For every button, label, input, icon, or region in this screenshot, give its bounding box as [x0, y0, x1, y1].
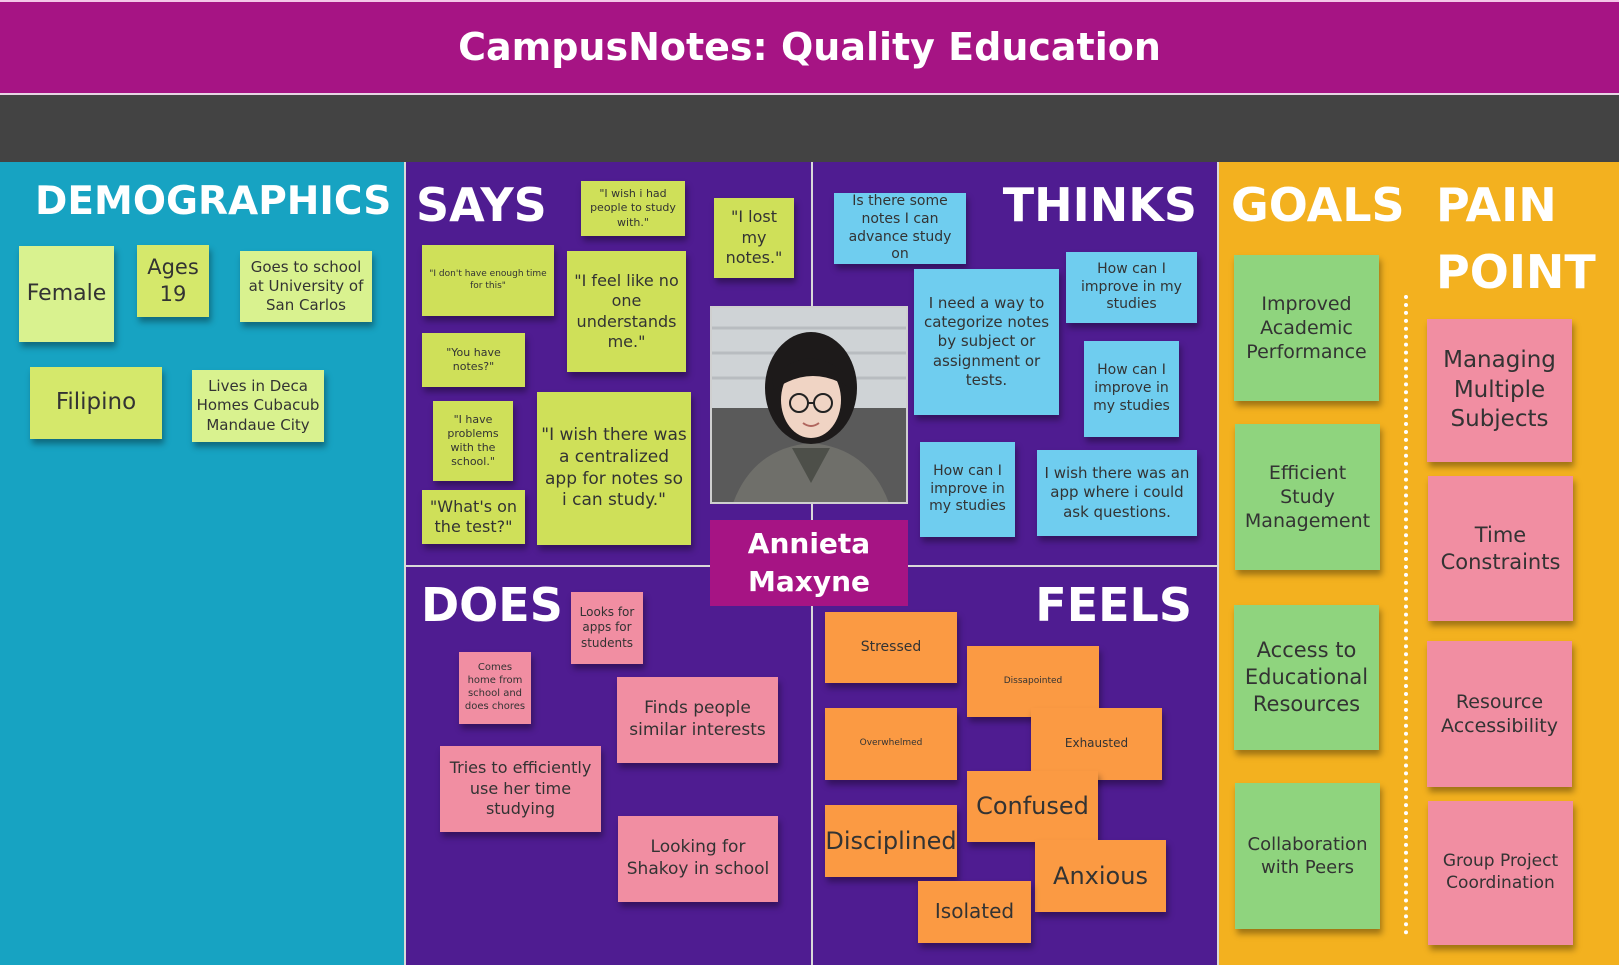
sticky-note[interactable]: Resource Accessibility — [1427, 641, 1572, 787]
sticky-note[interactable]: Disciplined — [825, 805, 957, 877]
persona-first-name: Annieta — [747, 527, 871, 561]
header-bar: CampusNotes: Quality Education — [0, 0, 1619, 95]
sticky-note[interactable]: "I wish there was a centralized app for … — [537, 392, 691, 545]
sticky-note[interactable]: Exhausted — [1031, 708, 1162, 780]
pain-point-heading-line1: PAIN — [1436, 178, 1557, 232]
dotted-divider — [1404, 295, 1408, 935]
sticky-note[interactable]: Confused — [967, 771, 1098, 842]
persona-photo — [710, 306, 908, 504]
sticky-note[interactable]: Time Constraints — [1428, 476, 1573, 621]
persona-last-name: Maxyne — [748, 565, 870, 598]
sticky-note[interactable]: Comes home from school and does chores — [459, 652, 531, 724]
sticky-note[interactable]: Ages 19 — [137, 245, 209, 317]
sticky-note[interactable]: How can I improve in my studies — [1084, 341, 1179, 437]
sticky-note[interactable]: "I have problems with the school." — [433, 401, 513, 481]
does-heading: DOES — [421, 578, 563, 632]
sticky-note[interactable]: Filipino — [30, 367, 162, 439]
sticky-note[interactable]: Is there some notes I can advance study … — [834, 193, 966, 264]
sticky-note[interactable]: Overwhelmed — [825, 708, 957, 780]
persona-name-card: Annieta Maxyne — [710, 520, 908, 606]
sticky-note[interactable]: Looking for Shakoy in school — [618, 816, 778, 902]
pain-point-heading: PAIN POINT — [1436, 172, 1596, 305]
sticky-note[interactable]: Finds people similar interests — [617, 677, 778, 763]
sticky-note[interactable]: How can I improve in my studies — [920, 442, 1015, 537]
sticky-note[interactable]: Goes to school at University of San Carl… — [240, 251, 372, 322]
sticky-note[interactable]: I need a way to categorize notes by subj… — [914, 269, 1059, 415]
toolbar-strip — [0, 95, 1619, 162]
sticky-note[interactable]: Stressed — [825, 612, 957, 683]
sticky-note[interactable]: How can I improve in my studies — [1066, 252, 1197, 323]
sticky-note[interactable]: Looks for apps for students — [571, 592, 643, 664]
sticky-note[interactable]: Female — [19, 246, 114, 342]
page-title: CampusNotes: Quality Education — [458, 25, 1161, 69]
sticky-note[interactable]: Improved Academic Performance — [1234, 255, 1379, 401]
says-heading: SAYS — [416, 178, 547, 232]
sticky-note[interactable]: Efficient Study Management — [1235, 424, 1380, 570]
sticky-note[interactable]: Access to Educational Resources — [1234, 605, 1379, 750]
goals-heading: GOALS — [1231, 178, 1405, 232]
sticky-note[interactable]: Group Project Coordination — [1428, 801, 1573, 945]
sticky-note[interactable]: Isolated — [918, 881, 1031, 943]
sticky-note[interactable]: "I don't have enough time for this" — [422, 245, 554, 316]
sticky-note[interactable]: Anxious — [1035, 840, 1166, 912]
thinks-heading: THINKS — [1002, 178, 1197, 232]
sticky-note[interactable]: I wish there was an app where i could as… — [1037, 450, 1197, 536]
persona-avatar-icon — [712, 308, 906, 502]
sticky-note[interactable]: Dissapointed — [967, 646, 1099, 717]
sticky-note[interactable]: Tries to efficiently use her time studyi… — [440, 746, 601, 832]
sticky-note[interactable]: "I feel like no one understands me." — [567, 251, 686, 372]
sticky-note[interactable]: "I lost my notes." — [714, 198, 794, 278]
sticky-note[interactable]: Collaboration with Peers — [1235, 783, 1380, 929]
sticky-note[interactable]: Lives in Deca Homes Cubacub Mandaue City — [192, 370, 324, 442]
sticky-note[interactable]: "What's on the test?" — [422, 490, 525, 544]
feels-heading: FEELS — [1035, 578, 1192, 632]
sticky-note[interactable]: "I wish i had people to study with." — [581, 181, 685, 236]
pain-point-heading-line2: POINT — [1436, 244, 1596, 299]
sticky-note[interactable]: Managing Multiple Subjects — [1427, 319, 1572, 462]
sticky-note[interactable]: "You have notes?" — [422, 333, 525, 387]
demographics-heading: DEMOGRAPHICS — [35, 179, 392, 224]
